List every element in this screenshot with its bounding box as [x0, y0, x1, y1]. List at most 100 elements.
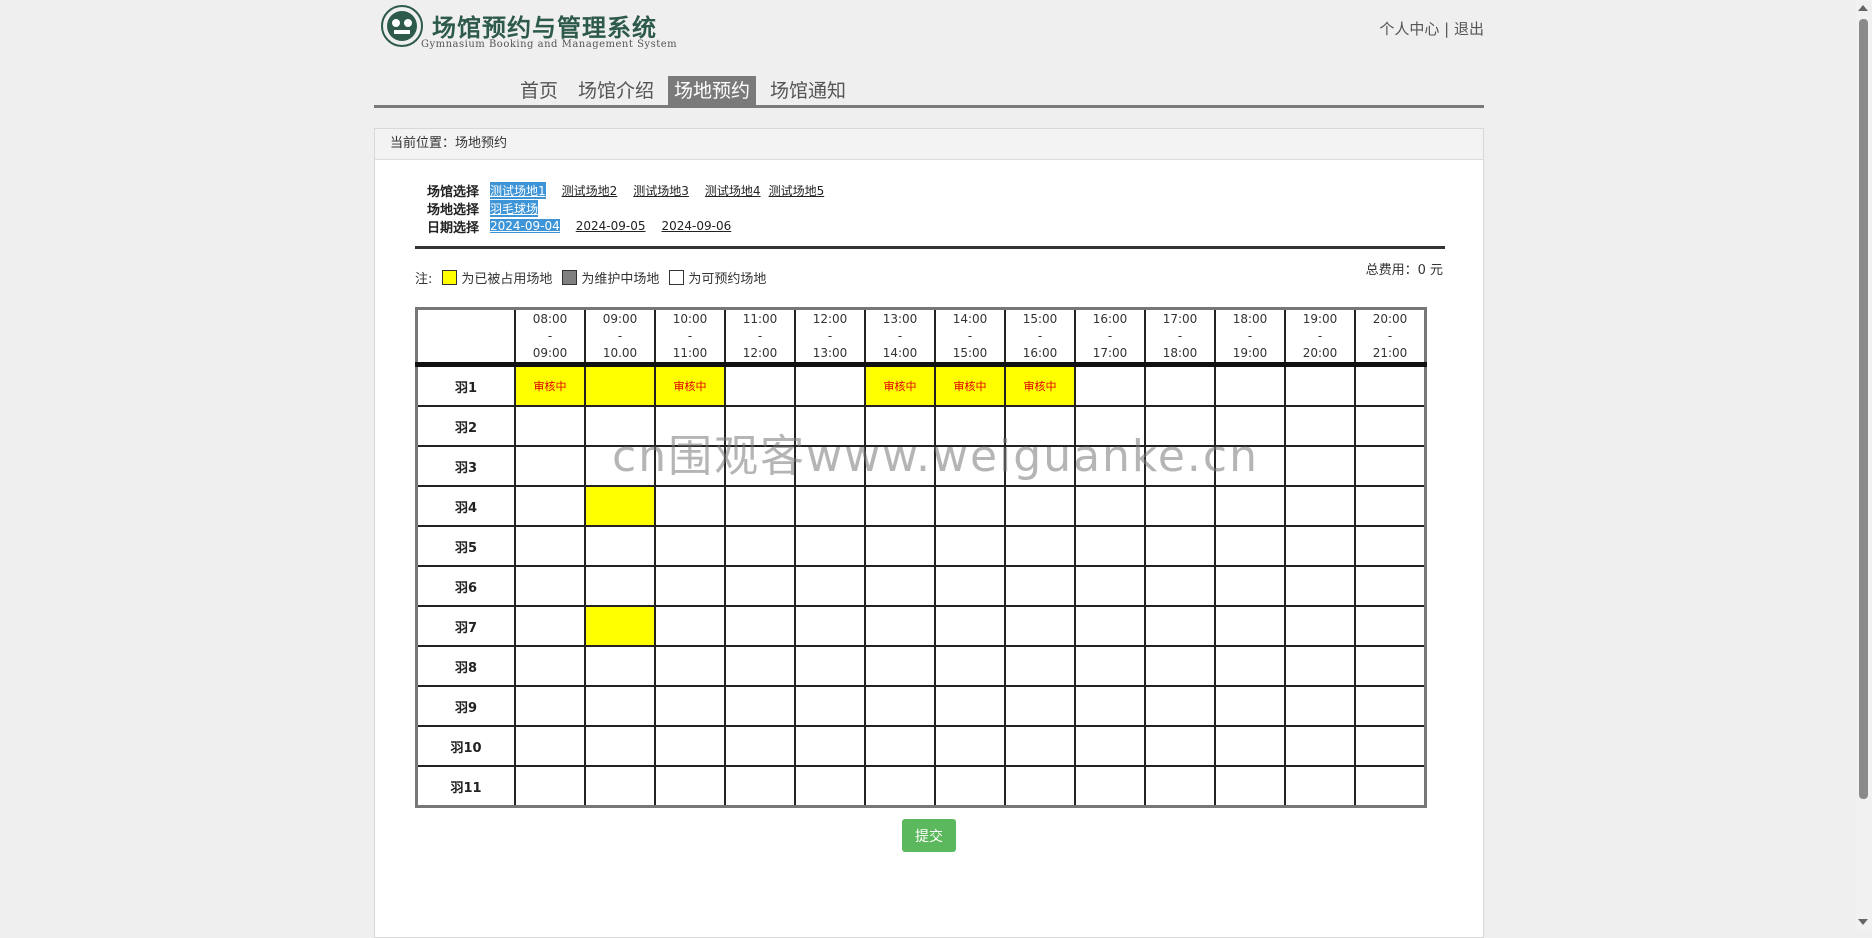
slot-cell-available[interactable] [724, 445, 796, 487]
slot-cell-available[interactable] [934, 725, 1006, 767]
slot-cell-available[interactable] [1144, 565, 1216, 607]
slot-cell-available[interactable] [1144, 765, 1216, 808]
slot-cell-available[interactable] [864, 765, 936, 808]
slot-cell-available[interactable] [794, 405, 866, 447]
slot-cell-available[interactable] [1214, 565, 1286, 607]
slot-cell-available[interactable] [934, 685, 1006, 727]
date-option-3[interactable]: 2024-09-06 [662, 219, 732, 233]
slot-cell-available[interactable] [1074, 605, 1146, 647]
slot-cell-available[interactable] [1074, 725, 1146, 767]
slot-cell-pending[interactable]: 审核中 [1004, 363, 1076, 407]
slot-cell-available[interactable] [864, 725, 936, 767]
slot-cell-available[interactable] [1144, 405, 1216, 447]
slot-cell-pending[interactable]: 审核中 [514, 363, 586, 407]
slot-cell-available[interactable] [794, 605, 866, 647]
slot-cell-available[interactable] [1354, 605, 1427, 647]
slot-cell-available[interactable] [864, 645, 936, 687]
slot-cell-available[interactable] [1214, 405, 1286, 447]
slot-cell-available[interactable] [1284, 405, 1356, 447]
slot-cell-available[interactable] [1214, 363, 1286, 407]
venue-option-2[interactable]: 测试场地2 [562, 182, 618, 199]
slot-cell-available[interactable] [1144, 725, 1216, 767]
slot-cell-available[interactable] [724, 565, 796, 607]
venue-option-4[interactable]: 测试场地4 [705, 182, 761, 199]
slot-cell-available[interactable] [514, 605, 586, 647]
nav-home[interactable]: 首页 [514, 76, 564, 106]
court-option-1[interactable]: 羽毛球场 [490, 199, 539, 217]
slot-cell-available[interactable] [1004, 725, 1076, 767]
slot-cell-available[interactable] [1354, 725, 1427, 767]
slot-cell-available[interactable] [794, 565, 866, 607]
slot-cell-available[interactable] [1354, 405, 1427, 447]
slot-cell-available[interactable] [724, 363, 796, 407]
slot-cell-available[interactable] [1284, 565, 1356, 607]
slot-cell-available[interactable] [1214, 485, 1286, 527]
slot-cell-available[interactable] [654, 725, 726, 767]
slot-cell-available[interactable] [1144, 605, 1216, 647]
slot-cell-available[interactable] [864, 405, 936, 447]
slot-cell-available[interactable] [654, 605, 726, 647]
slot-cell-available[interactable] [864, 605, 936, 647]
scroll-up-icon[interactable] [1858, 5, 1868, 11]
slot-cell-available[interactable] [934, 405, 1006, 447]
slot-cell-available[interactable] [1284, 645, 1356, 687]
slot-cell-available[interactable] [1284, 685, 1356, 727]
slot-cell-available[interactable] [1074, 525, 1146, 567]
slot-cell-available[interactable] [724, 685, 796, 727]
slot-cell-available[interactable] [934, 645, 1006, 687]
slot-cell-available[interactable] [1004, 685, 1076, 727]
slot-cell-available[interactable] [724, 725, 796, 767]
slot-cell-available[interactable] [794, 645, 866, 687]
slot-cell-available[interactable] [934, 445, 1006, 487]
slot-cell-available[interactable] [724, 765, 796, 808]
slot-cell-available[interactable] [1284, 485, 1356, 527]
slot-cell-available[interactable] [1004, 485, 1076, 527]
slot-cell-available[interactable] [514, 445, 586, 487]
slot-cell-available[interactable] [1284, 725, 1356, 767]
slot-cell-available[interactable] [1144, 363, 1216, 407]
slot-cell-available[interactable] [1074, 485, 1146, 527]
slot-cell-available[interactable] [724, 405, 796, 447]
submit-button[interactable]: 提交 [902, 819, 956, 852]
slot-cell-available[interactable] [1074, 363, 1146, 407]
slot-cell-available[interactable] [1214, 685, 1286, 727]
slot-cell-available[interactable] [1144, 445, 1216, 487]
slot-cell-available[interactable] [1074, 405, 1146, 447]
slot-cell-available[interactable] [584, 645, 656, 687]
slot-cell-available[interactable] [1354, 565, 1427, 607]
scroll-down-icon[interactable] [1858, 919, 1868, 925]
slot-cell-available[interactable] [1004, 405, 1076, 447]
nav-venue-intro[interactable]: 场馆介绍 [572, 76, 660, 106]
slot-cell-available[interactable] [1004, 605, 1076, 647]
slot-cell-available[interactable] [1354, 645, 1427, 687]
slot-cell-available[interactable] [1284, 525, 1356, 567]
nav-booking[interactable]: 场地预约 [668, 76, 757, 106]
slot-cell-available[interactable] [1354, 445, 1427, 487]
slot-cell-available[interactable] [1004, 645, 1076, 687]
slot-cell-available[interactable] [654, 645, 726, 687]
slot-cell-available[interactable] [1214, 765, 1286, 808]
slot-cell-available[interactable] [1004, 525, 1076, 567]
slot-cell-available[interactable] [514, 485, 586, 527]
slot-cell-available[interactable] [1004, 765, 1076, 808]
slot-cell-available[interactable] [724, 645, 796, 687]
slot-cell-available[interactable] [1214, 725, 1286, 767]
slot-cell-available[interactable] [934, 605, 1006, 647]
slot-cell-available[interactable] [864, 565, 936, 607]
slot-cell-available[interactable] [1074, 685, 1146, 727]
slot-cell-pending[interactable]: 审核中 [654, 363, 726, 407]
slot-cell-occupied[interactable] [584, 605, 656, 647]
slot-cell-available[interactable] [1074, 445, 1146, 487]
slot-cell-available[interactable] [724, 485, 796, 527]
slot-cell-pending[interactable]: 审核中 [934, 363, 1006, 407]
nav-notices[interactable]: 场馆通知 [764, 76, 852, 106]
slot-cell-available[interactable] [1284, 765, 1356, 808]
venue-option-5[interactable]: 测试场地5 [769, 182, 825, 199]
slot-cell-available[interactable] [1004, 445, 1076, 487]
slot-cell-available[interactable] [1144, 485, 1216, 527]
slot-cell-occupied[interactable] [584, 485, 656, 527]
slot-cell-available[interactable] [864, 525, 936, 567]
slot-cell-available[interactable] [584, 685, 656, 727]
slot-cell-available[interactable] [1214, 605, 1286, 647]
slot-cell-available[interactable] [794, 685, 866, 727]
